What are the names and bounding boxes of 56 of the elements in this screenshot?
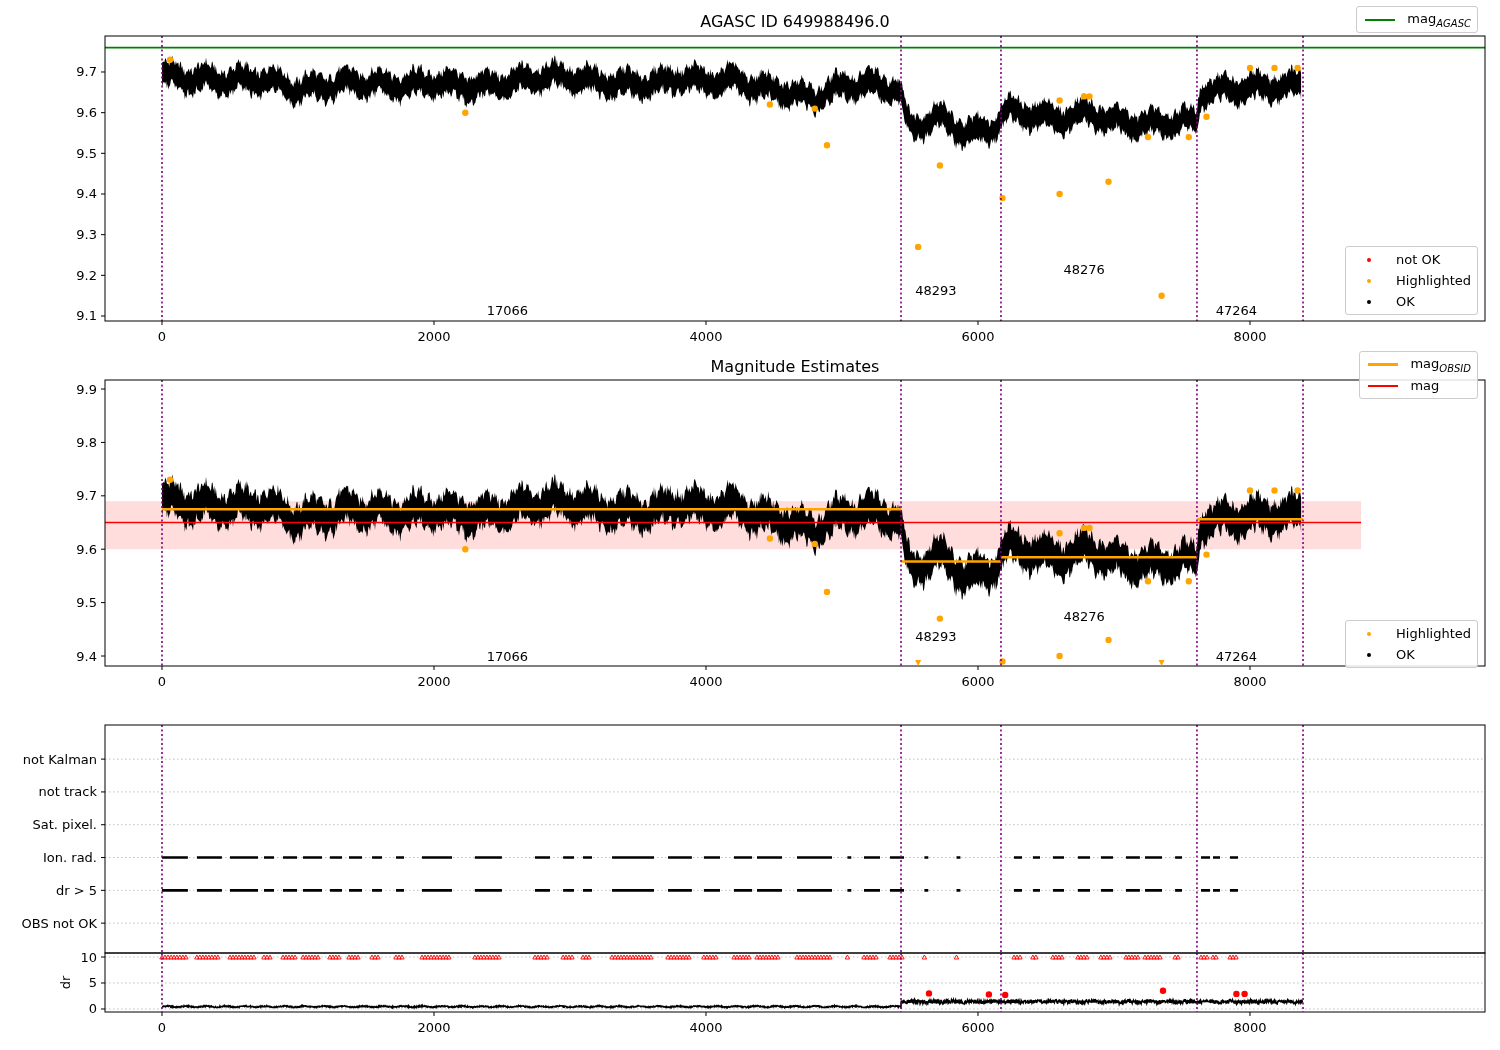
legend-label: OK	[1396, 647, 1415, 662]
legend-label: OK	[1396, 294, 1415, 309]
axis-tick-label: 0	[157, 329, 167, 344]
row-label: Sat. pixel.	[32, 817, 97, 833]
axis-tick-label: 2000	[417, 329, 451, 344]
axis-tick-label: 4000	[689, 329, 723, 344]
legend-label: mag$_{OBSID}$	[1410, 355, 1471, 374]
row-label: not Kalman	[22, 751, 97, 767]
axis-tick-label: 9.6	[76, 105, 97, 121]
legend-label: Highlighted	[1396, 626, 1471, 641]
axis-tick-label: 8000	[1233, 674, 1267, 689]
row-label: Ion. rad.	[43, 850, 97, 866]
axis-tick-label: 9.9	[76, 381, 97, 397]
axis-tick-label: 8000	[1233, 1020, 1267, 1035]
axis-tick-label: 9.1	[76, 308, 97, 324]
obsid-label: 17066	[486, 649, 529, 664]
axis-tick-label: 0	[88, 1001, 97, 1017]
axis-tick-label: 4000	[689, 1020, 723, 1035]
legend-label: mag	[1410, 378, 1440, 393]
axis-tick-label: 9.7	[76, 64, 97, 80]
plot-title: AGASC ID 649988496.0	[700, 12, 890, 31]
axis-tick-label: 4000	[689, 674, 723, 689]
axis-tick-label: 2000	[417, 674, 451, 689]
axis-tick-label: 6000	[961, 1020, 995, 1035]
axis-tick-label: 9.2	[76, 267, 97, 283]
obsid-label: 48276	[1063, 262, 1105, 278]
axis-tick-label: 2000	[417, 1020, 451, 1035]
obsid-label: 48293	[915, 628, 957, 644]
axis-tick-label: 8000	[1233, 329, 1267, 344]
axis-tick-label: 9.4	[76, 648, 97, 664]
legend-label: Highlighted	[1396, 273, 1471, 288]
obsid-label: 47264	[1215, 302, 1258, 318]
axis-tick-label: 5	[88, 975, 97, 991]
axis-tick-label: 9.6	[76, 541, 97, 557]
axis-tick-label: 9.7	[76, 488, 97, 504]
axis-tick-label: 9.8	[76, 434, 97, 450]
axis-tick-label: 6000	[961, 674, 995, 689]
legend-label: not OK	[1396, 252, 1441, 267]
axis-tick-label: 0	[157, 1020, 167, 1035]
axis-tick-label: 10	[80, 949, 97, 965]
axis-tick-label: 6000	[961, 329, 995, 344]
axis-tick-label: 9.5	[76, 145, 97, 161]
legend-label: mag$_{AGASC}$	[1407, 10, 1471, 29]
row-label: dr > 5	[55, 882, 97, 898]
obsid-label: 47264	[1215, 649, 1258, 664]
axis-tick-label: 9.5	[76, 595, 97, 611]
plot-title: Magnitude Estimates	[710, 357, 880, 376]
axis-label: dr	[58, 975, 73, 990]
axis-tick-label: 9.4	[76, 186, 97, 202]
obsid-label: 48293	[915, 282, 957, 298]
axis-tick-label: 9.3	[76, 227, 97, 243]
obsid-label: 48276	[1063, 608, 1105, 624]
obsid-label: 17066	[486, 302, 529, 318]
row-label: OBS not OK	[21, 915, 97, 931]
row-label: not track	[38, 784, 97, 800]
axis-tick-label: 0	[157, 674, 167, 689]
